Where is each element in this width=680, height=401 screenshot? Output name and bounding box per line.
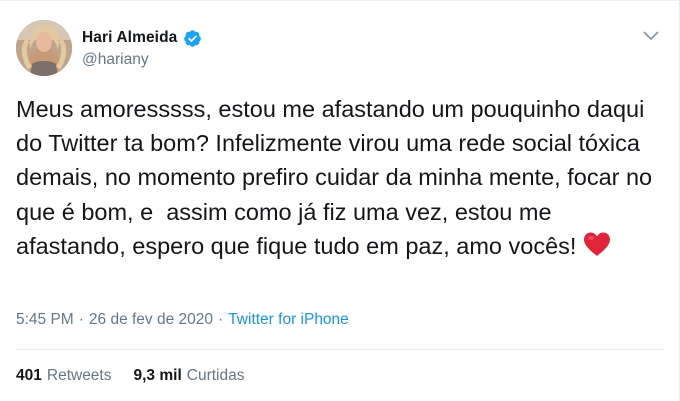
tweet-source-link[interactable]: Twitter for iPhone (228, 311, 349, 329)
chevron-down-icon (643, 31, 659, 40)
display-name[interactable]: Hari Almeida (82, 29, 177, 47)
tweet-card: Hari Almeida @hariany Meus amoresssss, e… (0, 0, 680, 401)
avatar-image (16, 20, 72, 76)
tweet-menu-button[interactable] (641, 26, 661, 46)
retweets-count: 401 (16, 367, 42, 384)
avatar[interactable] (16, 20, 72, 76)
tweet-meta: 5:45 PM · 26 de fev de 2020 · Twitter fo… (16, 311, 349, 329)
retweets-label: Retweets (46, 367, 112, 384)
top-divider (0, 0, 680, 1)
stats-divider (16, 349, 664, 350)
tweet-time[interactable]: 5:45 PM (16, 311, 74, 329)
tweet-date[interactable]: 26 de fev de 2020 (89, 311, 213, 329)
verified-badge-icon (183, 29, 202, 48)
retweets-stat[interactable]: 401 Retweets (16, 367, 112, 385)
likes-label: Curtidas (186, 367, 245, 384)
red-heart-icon (582, 231, 612, 257)
author-handle[interactable]: @hariany (82, 51, 149, 69)
tweet-text: Meus amoresssss, estou me afastando um p… (16, 96, 659, 259)
likes-count: 9,3 mil (133, 367, 182, 384)
likes-stat[interactable]: 9,3 mil Curtidas (134, 367, 245, 385)
tweet-stats: 401 Retweets 9,3 mil Curtidas (16, 367, 244, 385)
tweet-text-container: Meus amoresssss, estou me afastando um p… (16, 92, 661, 263)
author-name-row: Hari Almeida (82, 28, 202, 48)
meta-separator: · (218, 311, 224, 328)
meta-separator: · (78, 311, 84, 328)
